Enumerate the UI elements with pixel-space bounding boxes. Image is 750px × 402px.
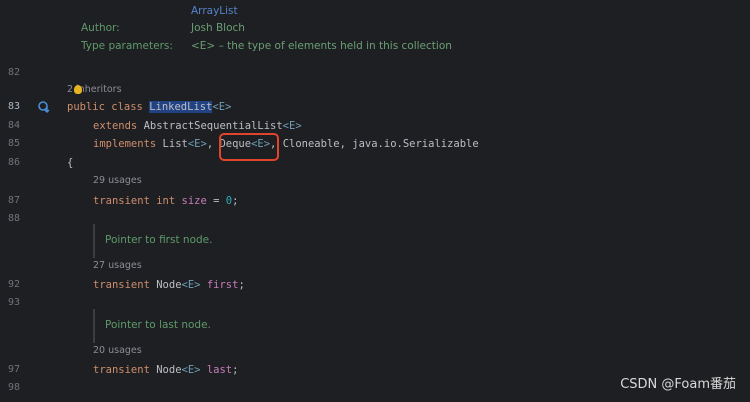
code-line-84[interactable]: extends AbstractSequentialList<E> xyxy=(93,119,302,133)
usages-hint-first[interactable]: 27 usages xyxy=(93,260,142,272)
watermark: CSDN @Foam番茄 xyxy=(620,377,736,392)
javadoc-type-params-label: Type parameters: xyxy=(81,40,173,52)
code-line-97[interactable]: transient Node<E> last; xyxy=(93,363,238,377)
line-number: 86 xyxy=(7,157,20,168)
code-line-87[interactable]: transient int size = 0; xyxy=(93,194,238,208)
line-number: 85 xyxy=(7,138,20,149)
override-marker-icon[interactable] xyxy=(37,100,51,114)
javadoc-author-label: Author: xyxy=(81,22,120,34)
line-number: 93 xyxy=(7,297,20,308)
doc-comment-last-node: Pointer to last node. xyxy=(93,309,750,343)
usages-hint-size[interactable]: 29 usages xyxy=(93,175,142,187)
doc-comment-first-node: Pointer to first node. xyxy=(93,224,750,258)
line-number: 84 xyxy=(7,120,20,131)
code-line-86[interactable]: { xyxy=(67,156,73,170)
lightbulb-icon[interactable] xyxy=(74,85,82,94)
javadoc-type-params-value: <E> – the type of elements held in this … xyxy=(191,40,452,52)
javadoc-type-params-row: Type parameters: <E> – the type of elemen… xyxy=(81,39,452,53)
line-number: 83 xyxy=(7,101,20,112)
code-line-85[interactable]: implements List<E>, Deque<E>, Cloneable,… xyxy=(93,137,479,151)
line-number: 97 xyxy=(7,364,20,375)
line-number: 92 xyxy=(7,279,20,290)
javadoc-author-row: Author: Josh Bloch xyxy=(81,21,245,35)
code-line-92[interactable]: transient Node<E> first; xyxy=(93,278,245,292)
class-name: LinkedList xyxy=(149,101,213,113)
usages-hint-last[interactable]: 20 usages xyxy=(93,345,142,357)
line-number: 82 xyxy=(7,67,20,78)
deque-highlight-box xyxy=(219,133,279,161)
javadoc-author-value: Josh Bloch xyxy=(191,22,245,34)
line-gutter: 82 83 84 85 86 87 88 92 93 97 98 xyxy=(0,0,58,402)
line-number: 87 xyxy=(7,195,20,206)
javadoc-link-arraylist[interactable]: ArrayList xyxy=(191,4,238,18)
line-number: 98 xyxy=(7,382,20,393)
line-number: 88 xyxy=(7,213,20,224)
code-line-83[interactable]: public class LinkedList<E> xyxy=(67,100,231,114)
